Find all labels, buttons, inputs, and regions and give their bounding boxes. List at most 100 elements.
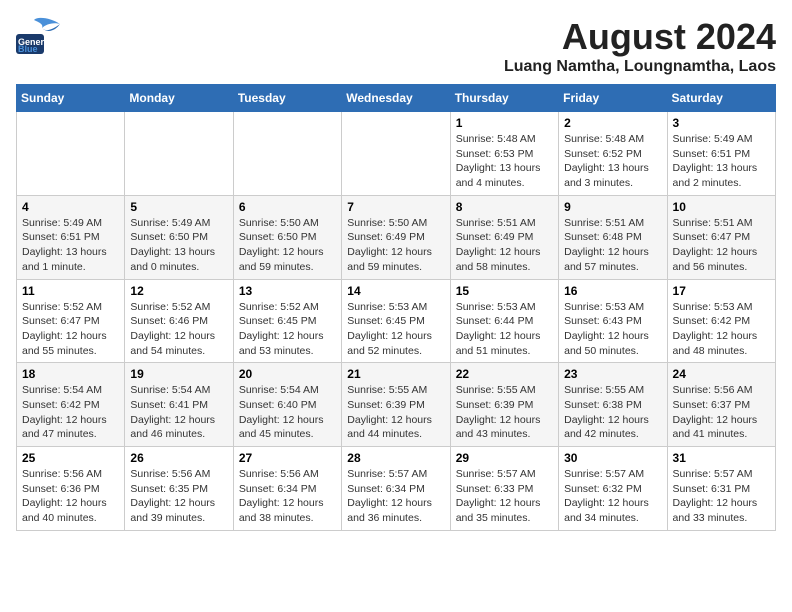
calendar-cell [17, 112, 125, 196]
calendar-cell: 2 Sunrise: 5:48 AM Sunset: 6:52 PM Daylig… [559, 112, 667, 196]
calendar-cell: 16 Sunrise: 5:53 AM Sunset: 6:43 PM Dayli… [559, 279, 667, 363]
day-info: Sunrise: 5:49 AM Sunset: 6:51 PM Dayligh… [673, 132, 770, 191]
day-number: 5 [130, 200, 227, 214]
day-number: 23 [564, 367, 661, 381]
day-info: Sunrise: 5:50 AM Sunset: 6:49 PM Dayligh… [347, 216, 444, 275]
calendar-cell: 11Sunrise: 5:52 AM Sunset: 6:47 PM Dayli… [17, 279, 125, 363]
day-number: 3 [673, 116, 770, 130]
location-title: Luang Namtha, Loungnamtha, Laos [504, 58, 776, 76]
day-number: 26 [130, 451, 227, 465]
day-info: Sunrise: 5:48 AM Sunset: 6:52 PM Dayligh… [564, 132, 661, 191]
day-info: Sunrise: 5:57 AM Sunset: 6:33 PM Dayligh… [456, 467, 553, 526]
day-number: 7 [347, 200, 444, 214]
day-info: Sunrise: 5:49 AM Sunset: 6:51 PM Dayligh… [22, 216, 119, 275]
day-number: 12 [130, 284, 227, 298]
day-number: 18 [22, 367, 119, 381]
calendar-cell: 28Sunrise: 5:57 AM Sunset: 6:34 PM Dayli… [342, 447, 450, 531]
calendar-cell [342, 112, 450, 196]
calendar-cell: 7 Sunrise: 5:50 AM Sunset: 6:49 PM Daylig… [342, 195, 450, 279]
day-info: Sunrise: 5:48 AM Sunset: 6:53 PM Dayligh… [456, 132, 553, 191]
calendar-cell: 13 Sunrise: 5:52 AM Sunset: 6:45 PM Dayli… [233, 279, 341, 363]
day-number: 14 [347, 284, 444, 298]
day-number: 6 [239, 200, 336, 214]
page-header: General Blue August 2024 Luang Namtha, L… [16, 16, 776, 76]
day-number: 19 [130, 367, 227, 381]
calendar-cell: 3 Sunrise: 5:49 AM Sunset: 6:51 PM Daylig… [667, 112, 775, 196]
header-friday: Friday [559, 85, 667, 112]
day-info: Sunrise: 5:53 AM Sunset: 6:42 PM Dayligh… [673, 300, 770, 359]
calendar-week-4: 18 Sunrise: 5:54 AM Sunset: 6:42 PM Dayli… [17, 363, 776, 447]
calendar-week-3: 11Sunrise: 5:52 AM Sunset: 6:47 PM Dayli… [17, 279, 776, 363]
day-number: 13 [239, 284, 336, 298]
day-number: 2 [564, 116, 661, 130]
day-number: 22 [456, 367, 553, 381]
day-info: Sunrise: 5:56 AM Sunset: 6:36 PM Dayligh… [22, 467, 119, 526]
day-number: 11 [22, 284, 119, 298]
calendar-cell: 26Sunrise: 5:56 AM Sunset: 6:35 PM Dayli… [125, 447, 233, 531]
day-info: Sunrise: 5:56 AM Sunset: 6:37 PM Dayligh… [673, 383, 770, 442]
day-info: Sunrise: 5:55 AM Sunset: 6:38 PM Dayligh… [564, 383, 661, 442]
calendar-cell: 29 Sunrise: 5:57 AM Sunset: 6:33 PM Dayli… [450, 447, 558, 531]
day-info: Sunrise: 5:54 AM Sunset: 6:42 PM Dayligh… [22, 383, 119, 442]
day-info: Sunrise: 5:49 AM Sunset: 6:50 PM Dayligh… [130, 216, 227, 275]
day-number: 1 [456, 116, 553, 130]
day-info: Sunrise: 5:51 AM Sunset: 6:48 PM Dayligh… [564, 216, 661, 275]
calendar-cell: 27 Sunrise: 5:56 AM Sunset: 6:34 PM Dayli… [233, 447, 341, 531]
title-area: August 2024 Luang Namtha, Loungnamtha, L… [504, 16, 776, 76]
calendar-cell: 17 Sunrise: 5:53 AM Sunset: 6:42 PM Dayli… [667, 279, 775, 363]
day-info: Sunrise: 5:53 AM Sunset: 6:44 PM Dayligh… [456, 300, 553, 359]
day-number: 30 [564, 451, 661, 465]
day-number: 16 [564, 284, 661, 298]
calendar-table: Sunday Monday Tuesday Wednesday Thursday… [16, 84, 776, 531]
day-info: Sunrise: 5:51 AM Sunset: 6:47 PM Dayligh… [673, 216, 770, 275]
day-info: Sunrise: 5:54 AM Sunset: 6:41 PM Dayligh… [130, 383, 227, 442]
logo-icon: General Blue [16, 16, 60, 54]
calendar-header-row: Sunday Monday Tuesday Wednesday Thursday… [17, 85, 776, 112]
calendar-week-1: 1 Sunrise: 5:48 AM Sunset: 6:53 PM Daylig… [17, 112, 776, 196]
day-number: 20 [239, 367, 336, 381]
calendar-cell [125, 112, 233, 196]
calendar-cell: 14Sunrise: 5:53 AM Sunset: 6:45 PM Dayli… [342, 279, 450, 363]
calendar-cell: 30 Sunrise: 5:57 AM Sunset: 6:32 PM Dayli… [559, 447, 667, 531]
calendar-cell: 23 Sunrise: 5:55 AM Sunset: 6:38 PM Dayli… [559, 363, 667, 447]
day-info: Sunrise: 5:56 AM Sunset: 6:34 PM Dayligh… [239, 467, 336, 526]
calendar-cell: 6 Sunrise: 5:50 AM Sunset: 6:50 PM Daylig… [233, 195, 341, 279]
day-number: 15 [456, 284, 553, 298]
day-info: Sunrise: 5:53 AM Sunset: 6:43 PM Dayligh… [564, 300, 661, 359]
day-number: 10 [673, 200, 770, 214]
calendar-cell: 12 Sunrise: 5:52 AM Sunset: 6:46 PM Dayli… [125, 279, 233, 363]
header-thursday: Thursday [450, 85, 558, 112]
day-info: Sunrise: 5:51 AM Sunset: 6:49 PM Dayligh… [456, 216, 553, 275]
calendar-cell: 19 Sunrise: 5:54 AM Sunset: 6:41 PM Dayli… [125, 363, 233, 447]
calendar-cell: 18 Sunrise: 5:54 AM Sunset: 6:42 PM Dayli… [17, 363, 125, 447]
calendar-cell: 25 Sunrise: 5:56 AM Sunset: 6:36 PM Dayli… [17, 447, 125, 531]
day-info: Sunrise: 5:52 AM Sunset: 6:45 PM Dayligh… [239, 300, 336, 359]
day-number: 27 [239, 451, 336, 465]
calendar-cell: 8 Sunrise: 5:51 AM Sunset: 6:49 PM Daylig… [450, 195, 558, 279]
calendar-week-2: 4Sunrise: 5:49 AM Sunset: 6:51 PM Daylig… [17, 195, 776, 279]
day-info: Sunrise: 5:55 AM Sunset: 6:39 PM Dayligh… [456, 383, 553, 442]
day-number: 25 [22, 451, 119, 465]
day-info: Sunrise: 5:57 AM Sunset: 6:31 PM Dayligh… [673, 467, 770, 526]
header-wednesday: Wednesday [342, 85, 450, 112]
calendar-cell: 10 Sunrise: 5:51 AM Sunset: 6:47 PM Dayli… [667, 195, 775, 279]
svg-text:Blue: Blue [18, 44, 38, 54]
calendar-week-5: 25 Sunrise: 5:56 AM Sunset: 6:36 PM Dayli… [17, 447, 776, 531]
calendar-cell: 24Sunrise: 5:56 AM Sunset: 6:37 PM Dayli… [667, 363, 775, 447]
calendar-cell: 4Sunrise: 5:49 AM Sunset: 6:51 PM Daylig… [17, 195, 125, 279]
header-monday: Monday [125, 85, 233, 112]
day-info: Sunrise: 5:57 AM Sunset: 6:32 PM Dayligh… [564, 467, 661, 526]
calendar-cell: 21Sunrise: 5:55 AM Sunset: 6:39 PM Dayli… [342, 363, 450, 447]
day-number: 17 [673, 284, 770, 298]
day-info: Sunrise: 5:54 AM Sunset: 6:40 PM Dayligh… [239, 383, 336, 442]
calendar-cell: 5 Sunrise: 5:49 AM Sunset: 6:50 PM Daylig… [125, 195, 233, 279]
day-number: 9 [564, 200, 661, 214]
logo: General Blue [16, 16, 60, 54]
calendar-cell: 31Sunrise: 5:57 AM Sunset: 6:31 PM Dayli… [667, 447, 775, 531]
day-info: Sunrise: 5:52 AM Sunset: 6:46 PM Dayligh… [130, 300, 227, 359]
day-info: Sunrise: 5:50 AM Sunset: 6:50 PM Dayligh… [239, 216, 336, 275]
day-number: 8 [456, 200, 553, 214]
day-info: Sunrise: 5:57 AM Sunset: 6:34 PM Dayligh… [347, 467, 444, 526]
day-number: 21 [347, 367, 444, 381]
day-number: 29 [456, 451, 553, 465]
